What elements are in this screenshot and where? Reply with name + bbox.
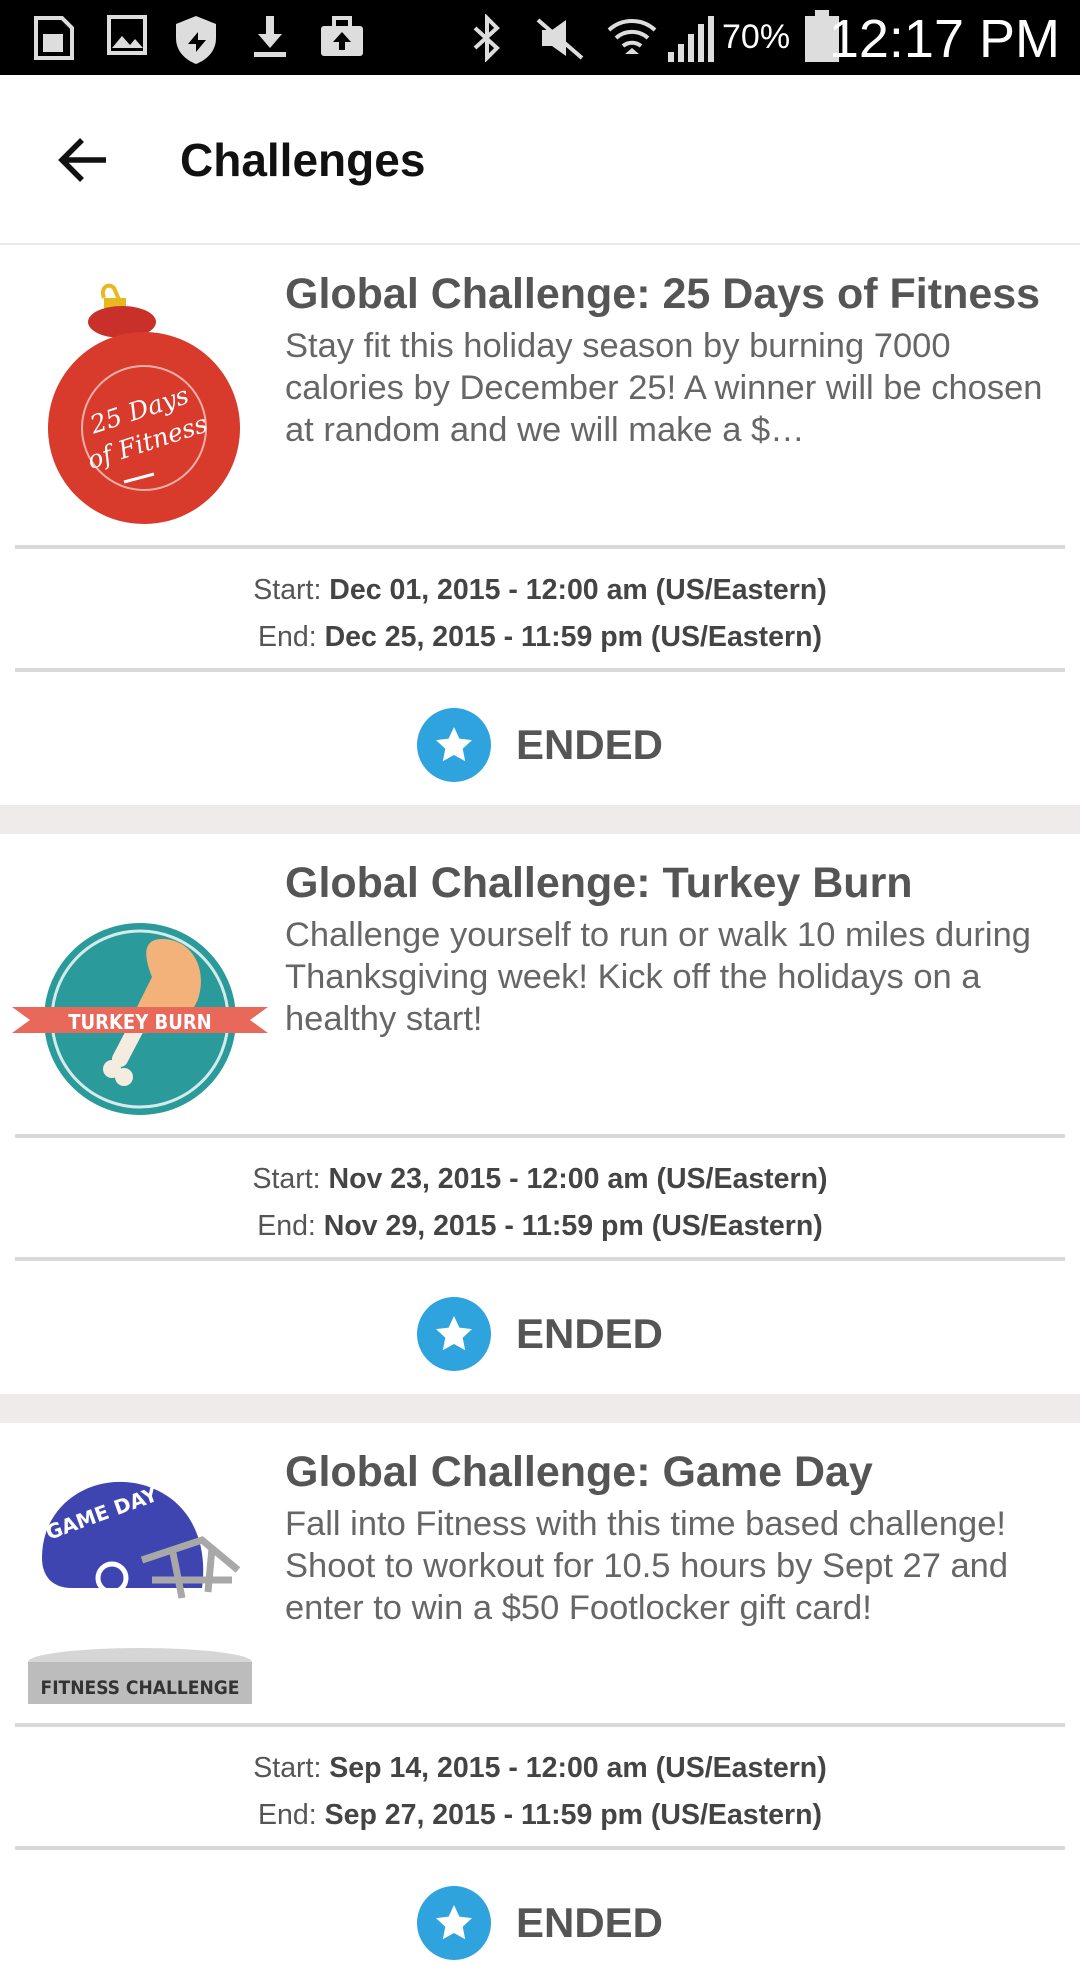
shield-icon [176, 16, 216, 64]
end-label: End: [258, 1799, 317, 1831]
challenge-card[interactable]: 25 Days of Fitness Global Challenge: 25 … [0, 245, 1080, 805]
clock: 12:17 PM [828, 9, 1060, 69]
signal-icon [668, 16, 714, 62]
end-label: End: [258, 621, 317, 653]
download-icon [254, 16, 286, 57]
start-date: Nov 23, 2015 - 12:00 am (US/Eastern) [328, 1163, 828, 1195]
challenge-dates: Start: Nov 23, 2015 - 12:00 am (US/Easte… [0, 1156, 1080, 1250]
back-arrow-icon[interactable] [52, 128, 116, 192]
wifi-icon [607, 19, 657, 54]
star-icon [416, 1297, 491, 1371]
start-date: Sep 14, 2015 - 12:00 am (US/Eastern) [329, 1752, 827, 1784]
challenge-dates: Start: Sep 14, 2015 - 12:00 am (US/Easte… [0, 1745, 1080, 1839]
ornament-badge-image: 25 Days of Fitness [48, 283, 240, 524]
start-label: Start: [252, 1163, 321, 1195]
bluetooth-icon [473, 14, 500, 62]
star-icon [416, 708, 491, 782]
divider [15, 1257, 1065, 1261]
challenge-status[interactable]: ENDED [0, 1279, 1080, 1389]
challenge-card[interactable]: TURKEY BURN Global Challenge: Turkey Bur… [0, 834, 1080, 1394]
status-label: ENDED [515, 1899, 664, 1946]
turkey-burn-badge-image: TURKEY BURN [12, 923, 268, 1115]
status-label: ENDED [515, 721, 664, 768]
app-bar: Challenges [0, 75, 1080, 245]
divider [15, 545, 1065, 549]
challenge-description: Fall into Fitness with this time based c… [285, 1505, 1009, 1627]
gallery-icon [107, 15, 147, 55]
battery-percent: 70% [722, 18, 791, 56]
status-label: ENDED [515, 1310, 664, 1357]
start-date: Dec 01, 2015 - 12:00 am (US/Eastern) [329, 574, 827, 606]
end-label: End: [257, 1210, 316, 1242]
divider [15, 1723, 1065, 1727]
status-bar: 70% 12:17 PM [0, 0, 1080, 75]
divider [15, 1846, 1065, 1850]
challenge-title: Global Challenge: Turkey Burn [285, 859, 913, 907]
sim-card-icon [34, 16, 74, 60]
challenge-dates: Start: Dec 01, 2015 - 12:00 am (US/Easte… [0, 567, 1080, 661]
divider [15, 668, 1065, 672]
end-date: Dec 25, 2015 - 11:59 pm (US/Eastern) [324, 621, 822, 653]
challenge-status[interactable]: ENDED [0, 690, 1080, 800]
end-date: Nov 29, 2015 - 11:59 pm (US/Eastern) [323, 1210, 823, 1242]
upload-bag-icon [321, 16, 363, 56]
mute-icon [536, 18, 584, 60]
challenge-description: Challenge yourself to run or walk 10 mil… [285, 916, 1031, 1038]
challenge-status[interactable]: ENDED [0, 1868, 1080, 1978]
divider [15, 1134, 1065, 1138]
challenge-card[interactable]: GAME DAY FITNESS CHALLENGE Global Challe… [0, 1423, 1080, 1983]
page-title: Challenges [180, 134, 426, 186]
base-text: FITNESS CHALLENGE [41, 1677, 240, 1699]
challenge-description: Stay fit this holiday season by burning … [285, 327, 1043, 449]
challenge-title: Global Challenge: Game Day [285, 1448, 873, 1496]
challenge-title: Global Challenge: 25 Days of Fitness [285, 270, 1041, 318]
game-day-badge-image: GAME DAY FITNESS CHALLENGE [28, 1481, 252, 1704]
star-icon [416, 1886, 491, 1960]
start-label: Start: [253, 1752, 322, 1784]
end-date: Sep 27, 2015 - 11:59 pm (US/Eastern) [324, 1799, 822, 1831]
turkey-banner-text: TURKEY BURN [68, 1010, 212, 1034]
start-label: Start: [253, 574, 322, 606]
